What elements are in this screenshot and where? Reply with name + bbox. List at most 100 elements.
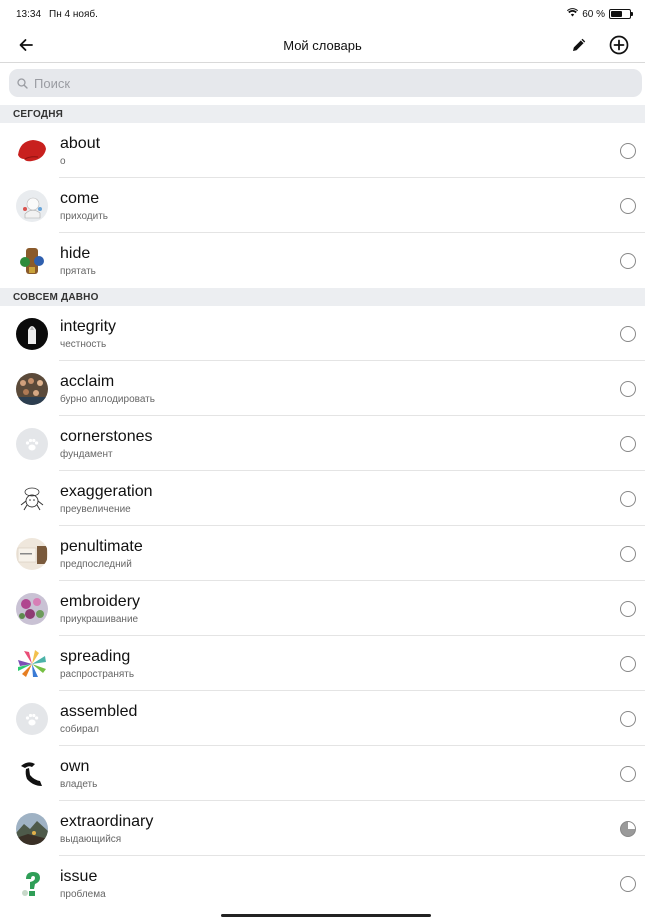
learned-toggle[interactable]: [620, 142, 636, 159]
home-indicator[interactable]: [221, 914, 431, 917]
learned-toggle[interactable]: [620, 545, 636, 562]
back-button[interactable]: [10, 29, 42, 61]
section-header-today: СЕГОДНЯ: [0, 105, 645, 123]
search-input[interactable]: [32, 74, 592, 92]
word-row-assembled[interactable]: assembled собирал: [0, 691, 645, 746]
word-row-exaggeration[interactable]: exaggeration преувеличение: [0, 471, 645, 526]
word-translation: выдающийся: [60, 833, 122, 845]
learned-toggle[interactable]: [620, 765, 636, 782]
word-image-hide: [16, 244, 48, 277]
paw-placeholder-icon: [16, 427, 48, 460]
word-label: issue: [60, 867, 98, 885]
word-label: come: [60, 189, 100, 207]
learned-toggle[interactable]: [620, 490, 636, 507]
status-right: 60 %: [567, 8, 633, 20]
word-translation: бурно аплодировать: [60, 393, 155, 405]
word-row-about[interactable]: about о: [0, 123, 645, 178]
word-row-acclaim[interactable]: acclaim бурно аплодировать: [0, 361, 645, 416]
nav-bar: Мой словарь: [0, 28, 645, 63]
word-image-issue: [16, 867, 48, 900]
battery-percent: 60 %: [582, 8, 605, 20]
word-image-integrity: [16, 317, 48, 350]
battery-icon: [609, 9, 633, 19]
status-date: Пн 4 нояб.: [49, 8, 98, 20]
search-container: [0, 63, 645, 97]
word-label: own: [60, 757, 90, 775]
word-text: integrity честность: [60, 318, 620, 350]
word-row-integrity[interactable]: integrity честность: [0, 306, 645, 361]
word-row-own[interactable]: own владеть: [0, 746, 645, 801]
page-title: Мой словарь: [283, 37, 362, 53]
word-text: issue проблема: [60, 868, 620, 900]
word-translation: приходить: [60, 210, 109, 222]
word-row-penultimate[interactable]: penultimate предпоследний: [0, 526, 645, 581]
search-bar[interactable]: [9, 69, 642, 97]
word-text: embroidery приукрашивание: [60, 593, 620, 625]
word-translation: предпоследний: [60, 558, 132, 570]
word-image-about: [16, 134, 48, 167]
word-label: hide: [60, 244, 91, 262]
learned-toggle[interactable]: [620, 710, 636, 727]
word-label: cornerstones: [60, 427, 153, 445]
word-translation: прятать: [60, 265, 96, 277]
word-list-today: about о come приходить hide прятать: [0, 123, 645, 288]
word-translation: распространять: [60, 668, 135, 680]
word-translation: проблема: [60, 888, 106, 900]
status-bar: 13:34 Пн 4 нояб. 60 %: [0, 0, 645, 28]
learned-toggle[interactable]: [620, 197, 636, 214]
word-text: cornerstones фундамент: [60, 428, 620, 460]
word-text: acclaim бурно аплодировать: [60, 373, 620, 405]
learned-toggle[interactable]: [620, 252, 636, 269]
word-text: hide прятать: [60, 245, 620, 277]
word-list-long-ago: integrity честность acclaim бурно аплоди…: [0, 306, 645, 911]
word-row-come[interactable]: come приходить: [0, 178, 645, 233]
arrow-left-icon: [19, 39, 33, 51]
word-row-embroidery[interactable]: embroidery приукрашивание: [0, 581, 645, 636]
word-translation: фундамент: [60, 448, 113, 460]
plus-circle-icon: [609, 35, 629, 55]
learned-toggle[interactable]: [620, 600, 636, 617]
learned-toggle[interactable]: [620, 435, 636, 452]
word-translation: приукрашивание: [60, 613, 139, 625]
word-row-extraordinary[interactable]: extraordinary выдающийся: [0, 801, 645, 856]
word-image-own: [16, 757, 48, 790]
word-translation: честность: [60, 338, 107, 350]
word-image-come: [16, 189, 48, 222]
word-label: penultimate: [60, 537, 143, 555]
status-left: 13:34 Пн 4 нояб.: [16, 9, 98, 20]
add-word-button[interactable]: [603, 29, 635, 61]
word-image-exaggeration: [16, 482, 48, 515]
learning-progress-toggle[interactable]: [620, 820, 636, 837]
word-text: about о: [60, 135, 620, 167]
word-label: acclaim: [60, 372, 115, 390]
word-image-extraordinary: [16, 812, 48, 845]
word-text: spreading распространять: [60, 648, 620, 680]
word-text: come приходить: [60, 190, 620, 222]
learned-toggle[interactable]: [620, 655, 636, 672]
learned-toggle[interactable]: [620, 380, 636, 397]
word-label: exaggeration: [60, 482, 153, 500]
word-translation: преувеличение: [60, 503, 131, 515]
word-row-hide[interactable]: hide прятать: [0, 233, 645, 288]
word-label: assembled: [60, 702, 138, 720]
word-row-spreading[interactable]: spreading распространять: [0, 636, 645, 691]
word-image-spreading: [16, 647, 48, 680]
learned-toggle[interactable]: [620, 875, 636, 892]
word-row-cornerstones[interactable]: cornerstones фундамент: [0, 416, 645, 471]
word-text: extraordinary выдающийся: [60, 813, 620, 845]
battery-fill: [611, 11, 622, 17]
word-label: integrity: [60, 317, 117, 335]
word-label: embroidery: [60, 592, 141, 610]
word-text: penultimate предпоследний: [60, 538, 620, 570]
word-row-issue[interactable]: issue проблема: [0, 856, 645, 911]
learned-toggle[interactable]: [620, 325, 636, 342]
edit-button[interactable]: [563, 29, 595, 61]
word-label: extraordinary: [60, 812, 154, 830]
wifi-icon: [567, 8, 579, 20]
paw-placeholder-icon: [16, 702, 48, 735]
word-text: assembled собирал: [60, 703, 620, 735]
status-time: 13:34: [16, 8, 42, 20]
word-image-acclaim: [16, 372, 48, 405]
word-image-embroidery: [16, 592, 48, 625]
word-text: own владеть: [60, 758, 620, 790]
